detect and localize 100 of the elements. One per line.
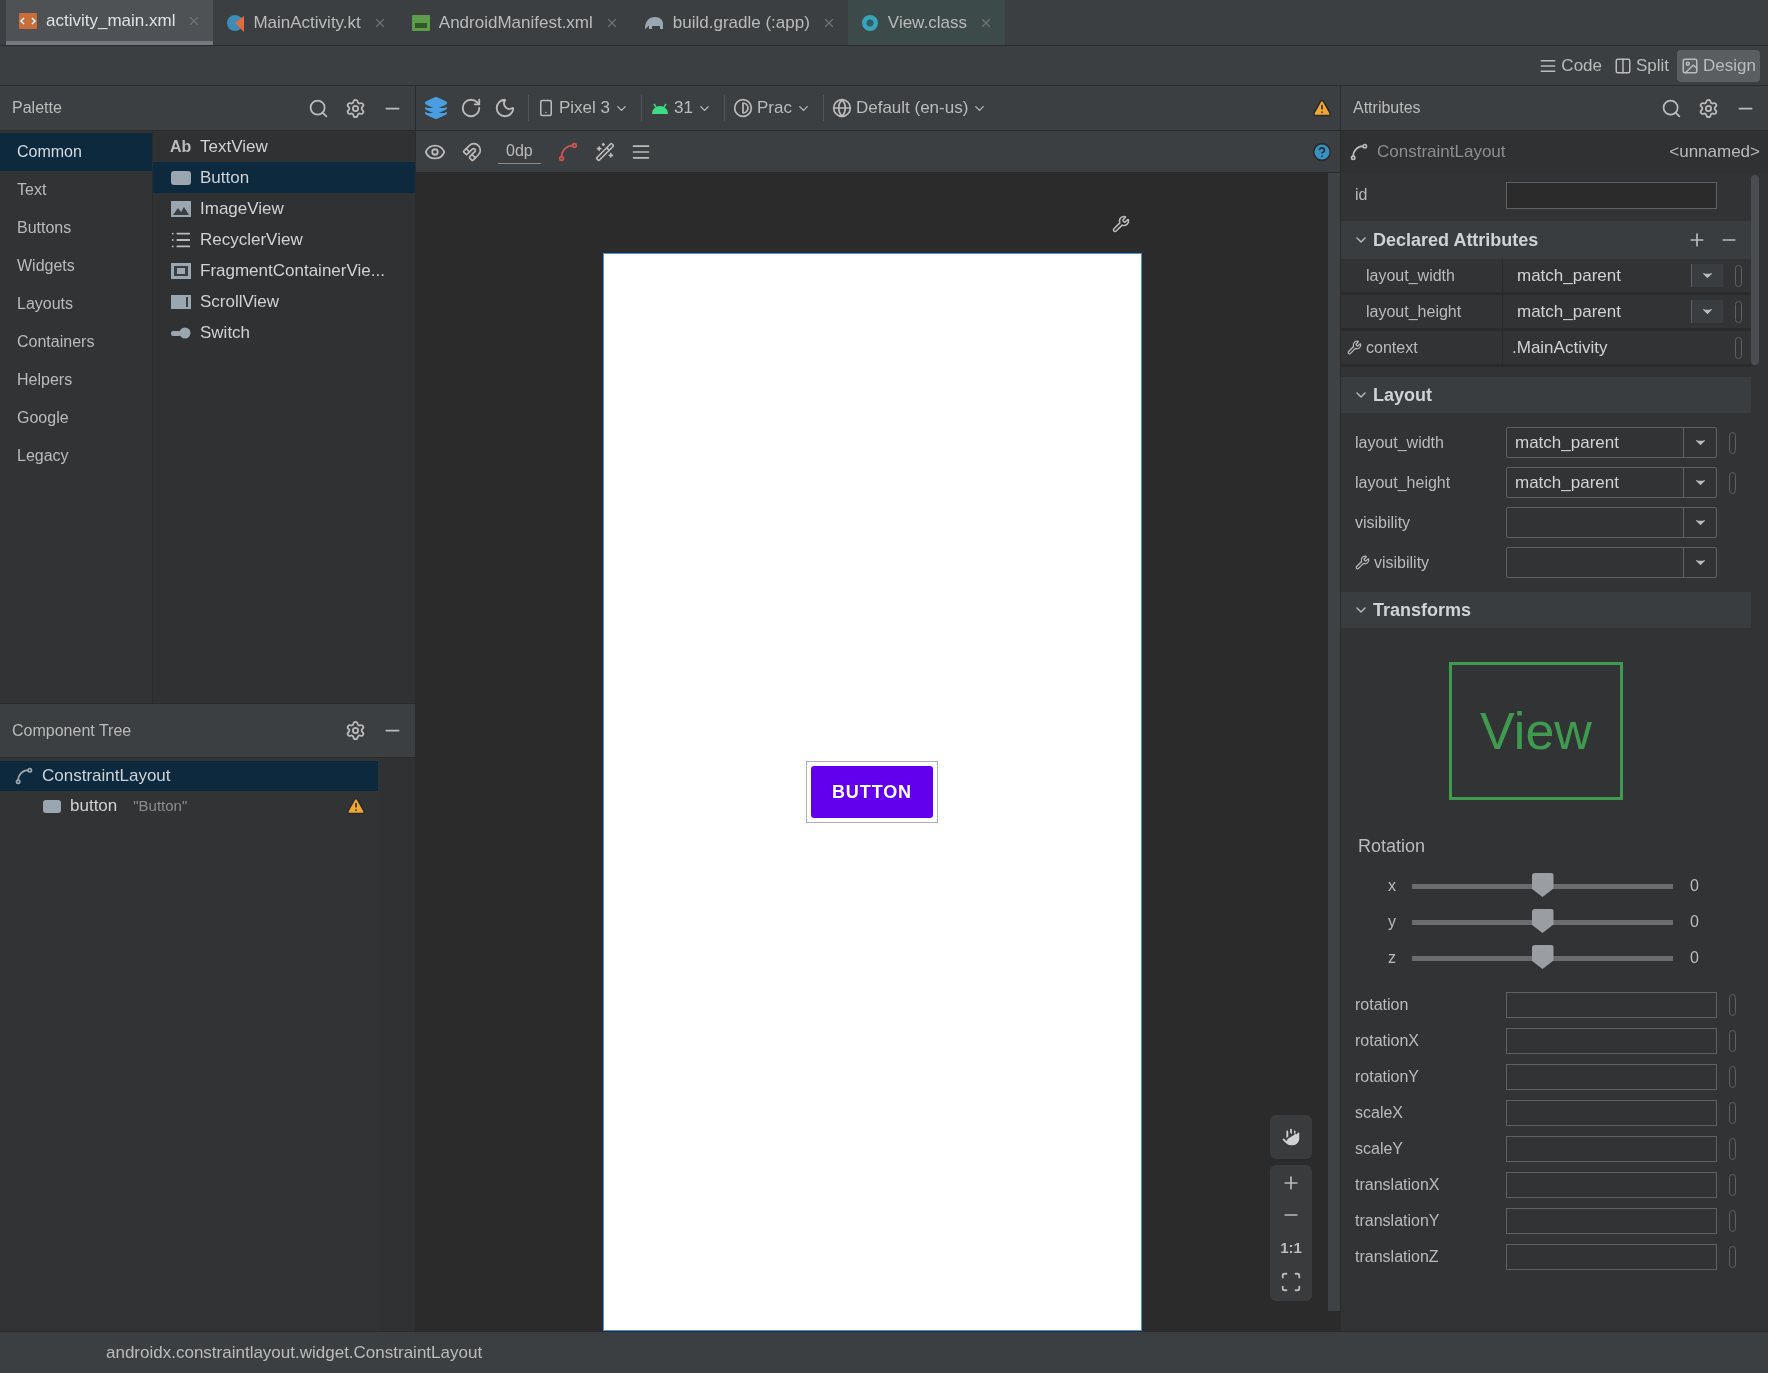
toolbar-dropdown[interactable]: Pixel 3 — [528, 95, 630, 121]
attribute-label: rotationX — [1355, 1031, 1421, 1051]
editor-tab[interactable]: MainActivity.kt — [213, 0, 399, 45]
toolbar-dropdown[interactable]: Prac — [723, 95, 811, 121]
view-preview: View — [1449, 661, 1623, 800]
palette-item[interactable]: ScrollView — [153, 286, 415, 317]
input-field[interactable] — [1506, 1028, 1717, 1054]
palette-category[interactable]: Text — [0, 171, 152, 209]
view-mode-button[interactable]: Split — [1610, 49, 1674, 82]
search-icon[interactable] — [308, 97, 329, 119]
fit-screen-icon[interactable] — [1280, 1271, 1302, 1293]
text-icon: Ab — [170, 134, 192, 159]
panel-title: Palette — [12, 98, 63, 118]
attribute-value[interactable]: match_parent — [1503, 298, 1691, 325]
dropdown-field[interactable] — [1506, 547, 1717, 578]
android-icon — [650, 101, 671, 115]
search-icon[interactable] — [1661, 97, 1682, 119]
actual-size-button[interactable]: 1:1 — [1280, 1236, 1302, 1259]
settings-icon[interactable] — [1698, 97, 1719, 119]
input-field[interactable] — [1506, 992, 1717, 1018]
dropdown-button[interactable] — [1691, 264, 1723, 287]
id-field[interactable] — [1506, 181, 1717, 209]
input-field[interactable] — [1506, 1136, 1717, 1162]
palette-item[interactable]: FragmentContainerVie... — [153, 255, 415, 286]
warning-icon — [1312, 98, 1332, 118]
palette-category[interactable]: Google — [0, 399, 152, 437]
component-name: <unnamed> — [1669, 141, 1760, 164]
slider-thumb[interactable] — [1531, 909, 1554, 933]
kotlin-file-icon — [225, 12, 246, 33]
input-field[interactable] — [1506, 1208, 1717, 1234]
editor-tab[interactable]: build.gradle (:app) — [630, 0, 848, 45]
section-header[interactable]: Transforms — [1341, 592, 1751, 628]
axis-label: x — [1388, 876, 1397, 896]
palette-category[interactable]: Common — [0, 133, 152, 171]
pan-button[interactable] — [1270, 1114, 1312, 1159]
axis-label: z — [1388, 948, 1397, 968]
attribute-label: layout_height — [1366, 301, 1462, 322]
palette-category[interactable]: Widgets — [0, 247, 152, 285]
slider-thumb[interactable] — [1531, 873, 1554, 897]
theme-icon — [732, 98, 753, 118]
elephant-icon — [642, 14, 665, 31]
preview-button[interactable]: BUTTON — [811, 766, 933, 818]
phone-icon — [537, 99, 555, 117]
attribute-label: scaleX — [1355, 1103, 1405, 1123]
help-icon[interactable] — [1312, 141, 1332, 162]
attribute-label: layout_width — [1366, 265, 1455, 286]
palette-category[interactable]: Helpers — [0, 361, 152, 399]
tree-item-text: "Button" — [133, 795, 188, 816]
palette-category[interactable]: Buttons — [0, 209, 152, 247]
palette-category[interactable]: Legacy — [0, 437, 152, 475]
input-field[interactable] — [1506, 1172, 1717, 1198]
slider-thumb[interactable] — [1531, 945, 1554, 969]
attribute-label: rotation — [1355, 995, 1410, 1015]
settings-icon[interactable] — [345, 97, 366, 119]
tree-item[interactable]: ConstraintLayout — [0, 761, 378, 791]
input-field[interactable] — [1506, 1244, 1717, 1270]
frame-icon — [170, 261, 192, 280]
attribute-value[interactable]: .MainActivity — [1503, 334, 1723, 361]
toolbar-dropdown[interactable]: 31 — [641, 95, 712, 121]
default-margin-field[interactable]: 0dp — [498, 139, 541, 164]
magic-wand-icon[interactable] — [594, 141, 615, 162]
dropdown-field[interactable]: match_parent — [1506, 427, 1717, 458]
palette-category[interactable]: Containers — [0, 323, 152, 361]
section-header[interactable]: Layout — [1341, 377, 1751, 413]
tree-item[interactable]: button "Button" — [0, 791, 378, 821]
attribute-value[interactable]: match_parent — [1503, 262, 1691, 289]
wrench-icon[interactable] — [1111, 215, 1130, 233]
palette-item[interactable]: RecyclerView — [153, 224, 415, 255]
layers-icon[interactable] — [424, 96, 448, 120]
palette-category[interactable]: Layouts — [0, 285, 152, 323]
component-type: ConstraintLayout — [1377, 141, 1507, 164]
slider-reading: 0 — [1690, 948, 1699, 968]
clear-constraints-icon[interactable] — [556, 140, 579, 163]
scrollbar[interactable] — [1328, 173, 1340, 1311]
attribute-label: context — [1366, 337, 1418, 358]
attribute-label: visibility — [1374, 552, 1430, 573]
rotate-icon[interactable] — [460, 97, 482, 119]
scrollbar[interactable] — [1751, 175, 1759, 365]
view-mode-button[interactable]: Code — [1535, 49, 1606, 82]
night-mode-icon[interactable] — [494, 97, 516, 119]
constraint-layout-icon — [14, 766, 34, 786]
palette-item[interactable]: Ab TextView — [153, 131, 415, 162]
dropdown-button[interactable] — [1691, 300, 1723, 323]
globe-icon — [831, 98, 852, 118]
attribute-label: translationX — [1355, 1175, 1441, 1195]
editor-tab[interactable]: View.class — [847, 0, 1005, 45]
scroll-view-icon — [170, 293, 192, 310]
magnet-icon[interactable] — [462, 141, 482, 162]
palette-item[interactable]: ImageView — [153, 193, 415, 224]
input-field[interactable] — [1506, 1064, 1717, 1090]
palette-item[interactable]: Button — [153, 162, 415, 193]
view-mode-button[interactable]: Design — [1677, 49, 1760, 82]
dropdown-field[interactable]: match_parent — [1506, 467, 1717, 498]
dropdown-field[interactable] — [1506, 507, 1717, 538]
settings-icon[interactable] — [345, 720, 366, 741]
toolbar-dropdown[interactable]: Default (en-us) — [822, 95, 988, 121]
editor-tab[interactable]: activity_main.xml — [6, 0, 214, 45]
editor-tab[interactable]: AndroidManifest.xml — [398, 0, 631, 45]
palette-item[interactable]: Switch — [153, 317, 415, 348]
input-field[interactable] — [1506, 1100, 1717, 1126]
